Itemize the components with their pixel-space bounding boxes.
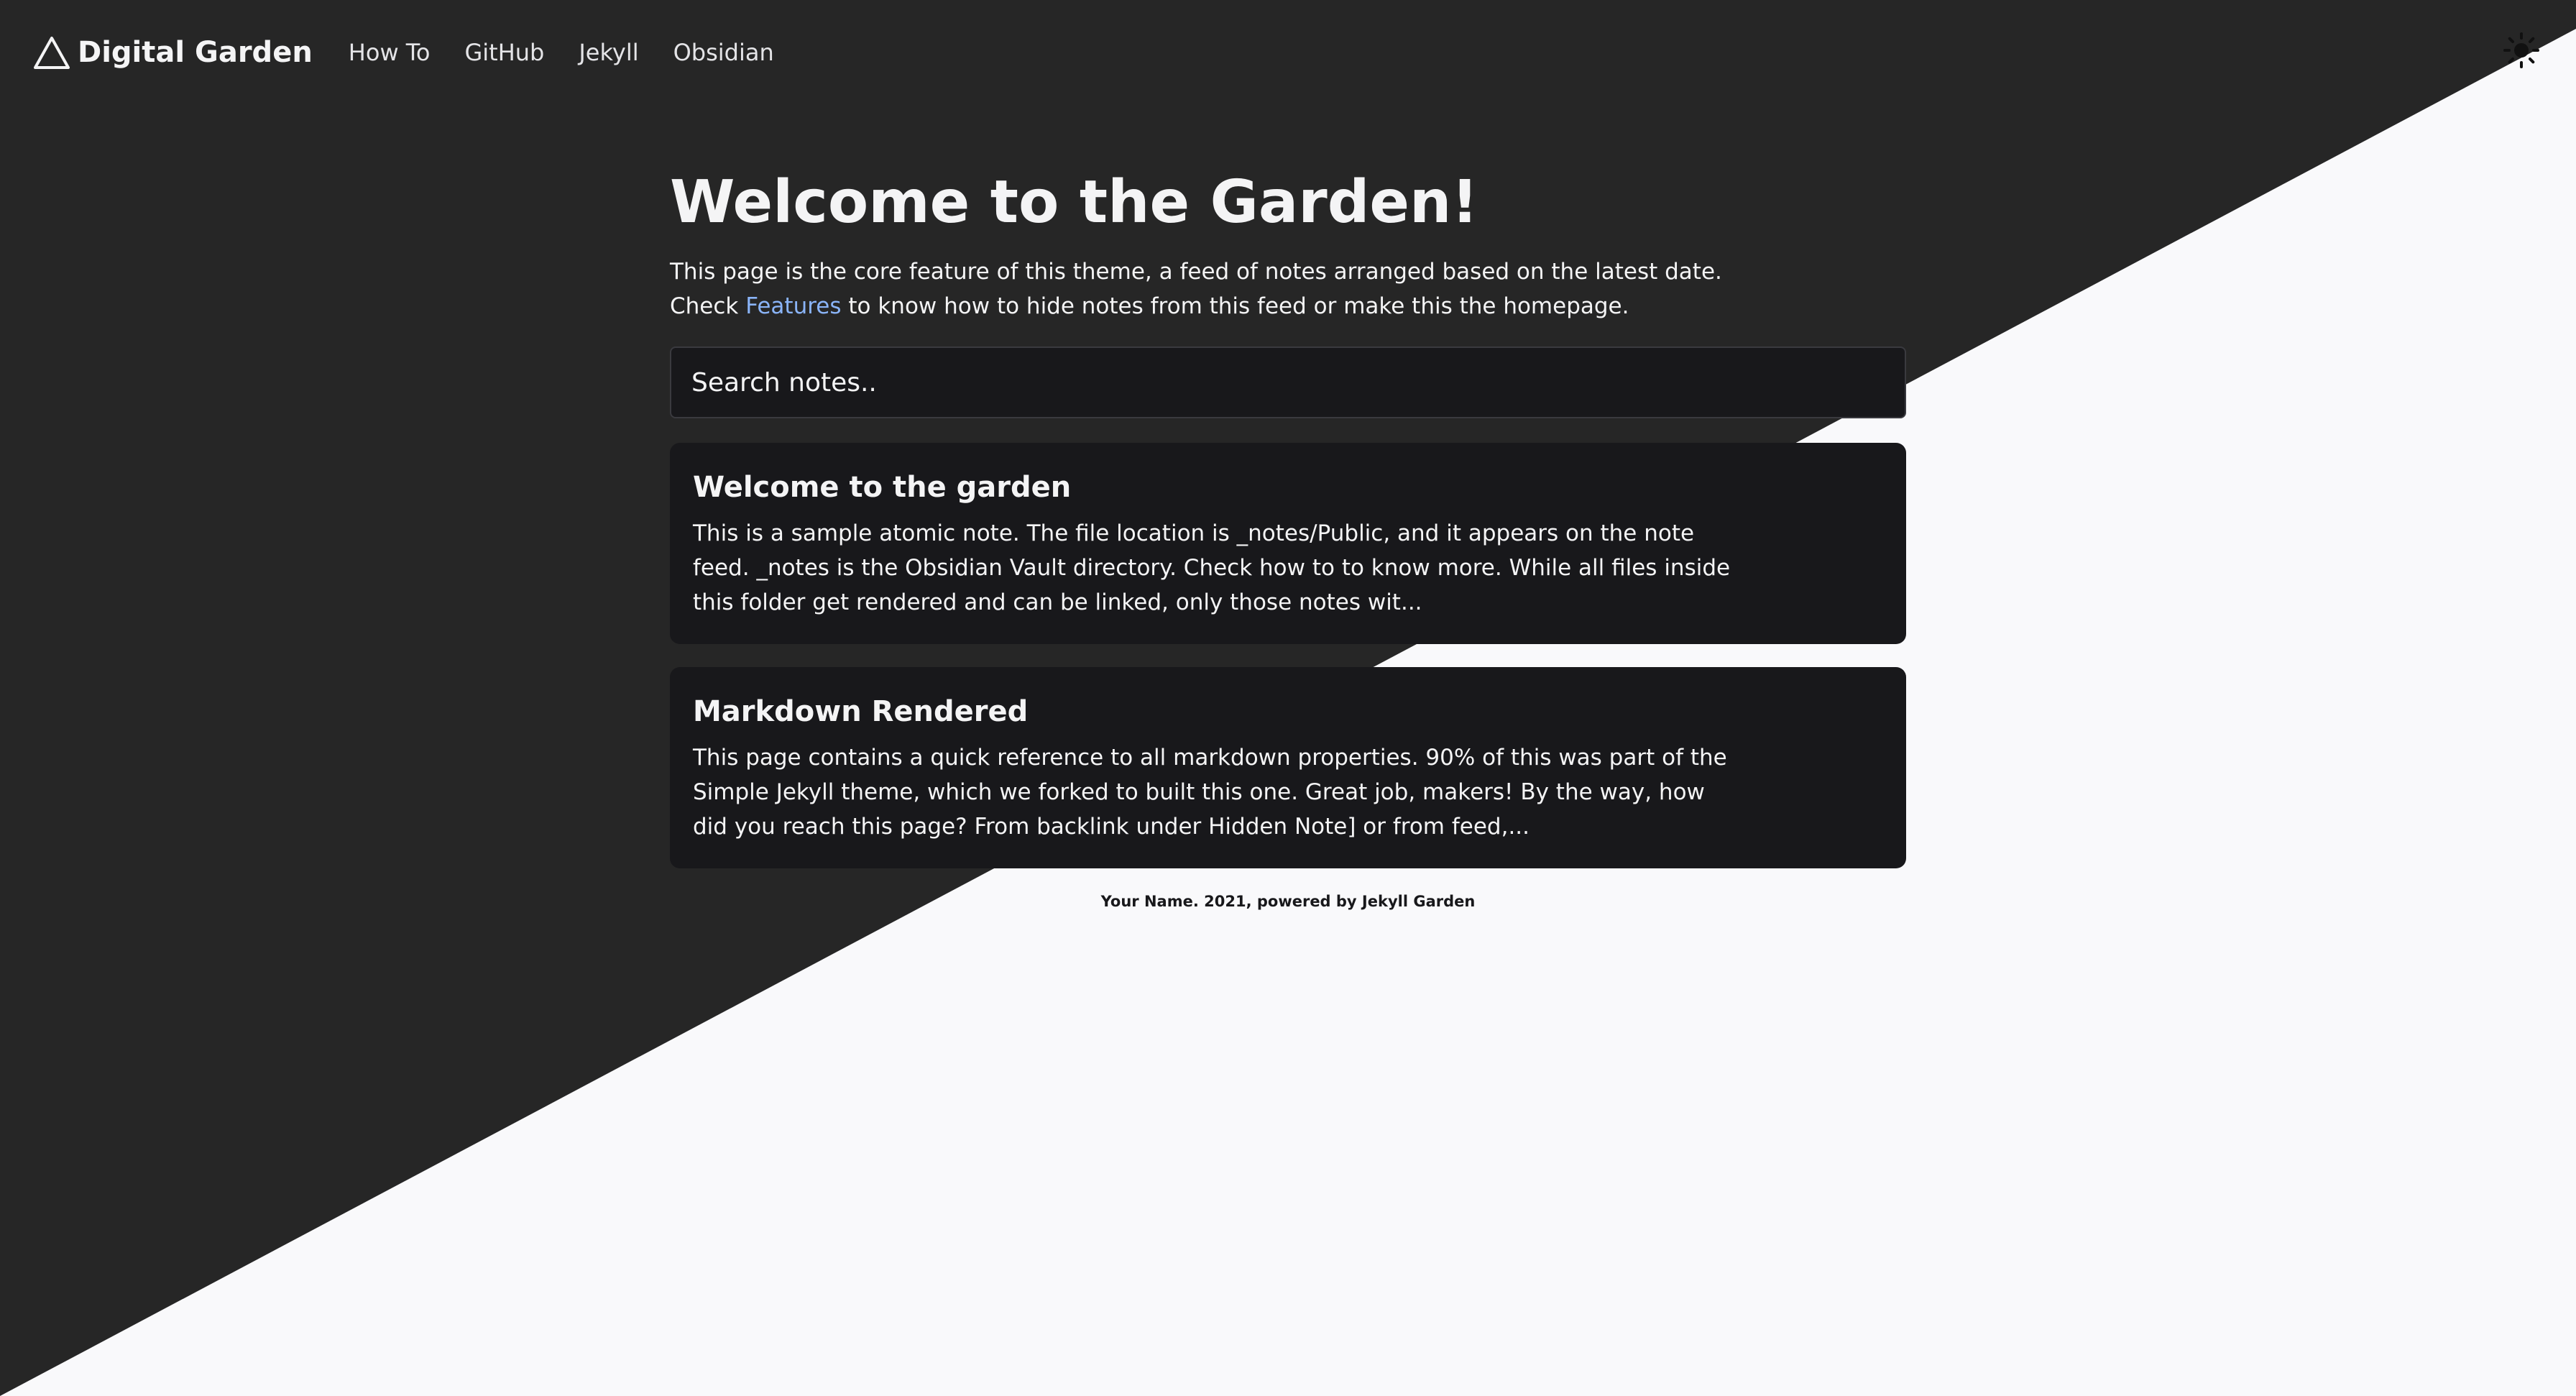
page-title: Welcome to the Garden! — [670, 168, 1478, 237]
theme-toggle-button[interactable] — [2503, 32, 2540, 72]
nav-link-obsidian[interactable]: Obsidian — [673, 39, 774, 66]
note-excerpt: This is a sample atomic note. The file l… — [693, 520, 1731, 615]
sun-icon — [2503, 32, 2540, 72]
intro-line-1: This page is the core feature of this th… — [670, 259, 1722, 285]
main-content: Welcome to the Garden! This page is the … — [670, 167, 1906, 910]
nav-link-how-to[interactable]: How To — [349, 39, 431, 66]
note-title[interactable]: Markdown Rendered — [693, 692, 1883, 732]
note-excerpt: This page contains a quick reference to … — [693, 745, 1727, 840]
triangle-icon — [33, 35, 70, 70]
brand-link[interactable]: Digital Garden — [33, 35, 313, 70]
footer-text: Your Name. 2021, powered by Jekyll Garde… — [1100, 893, 1476, 910]
search-box — [670, 346, 1906, 418]
intro-line-2-before: Check — [670, 293, 746, 319]
features-link[interactable]: Features — [745, 293, 841, 319]
note-card[interactable]: Markdown Rendered This page contains a q… — [670, 667, 1906, 868]
note-card[interactable]: Welcome to the garden This is a sample a… — [670, 443, 1906, 644]
search-input[interactable] — [691, 348, 1905, 417]
intro-line-2-after: to know how to hide notes from this feed… — [841, 293, 1629, 319]
top-nav: Digital Garden How To GitHub Jekyll Obsi… — [0, 0, 2576, 105]
brand-name: Digital Garden — [78, 36, 313, 69]
nav-link-jekyll[interactable]: Jekyll — [579, 39, 638, 66]
nav-link-github[interactable]: GitHub — [464, 39, 544, 66]
nav-links: How To GitHub Jekyll Obsidian — [349, 39, 774, 66]
note-title[interactable]: Welcome to the garden — [693, 467, 1883, 508]
intro-text: This page is the core feature of this th… — [670, 254, 1906, 323]
